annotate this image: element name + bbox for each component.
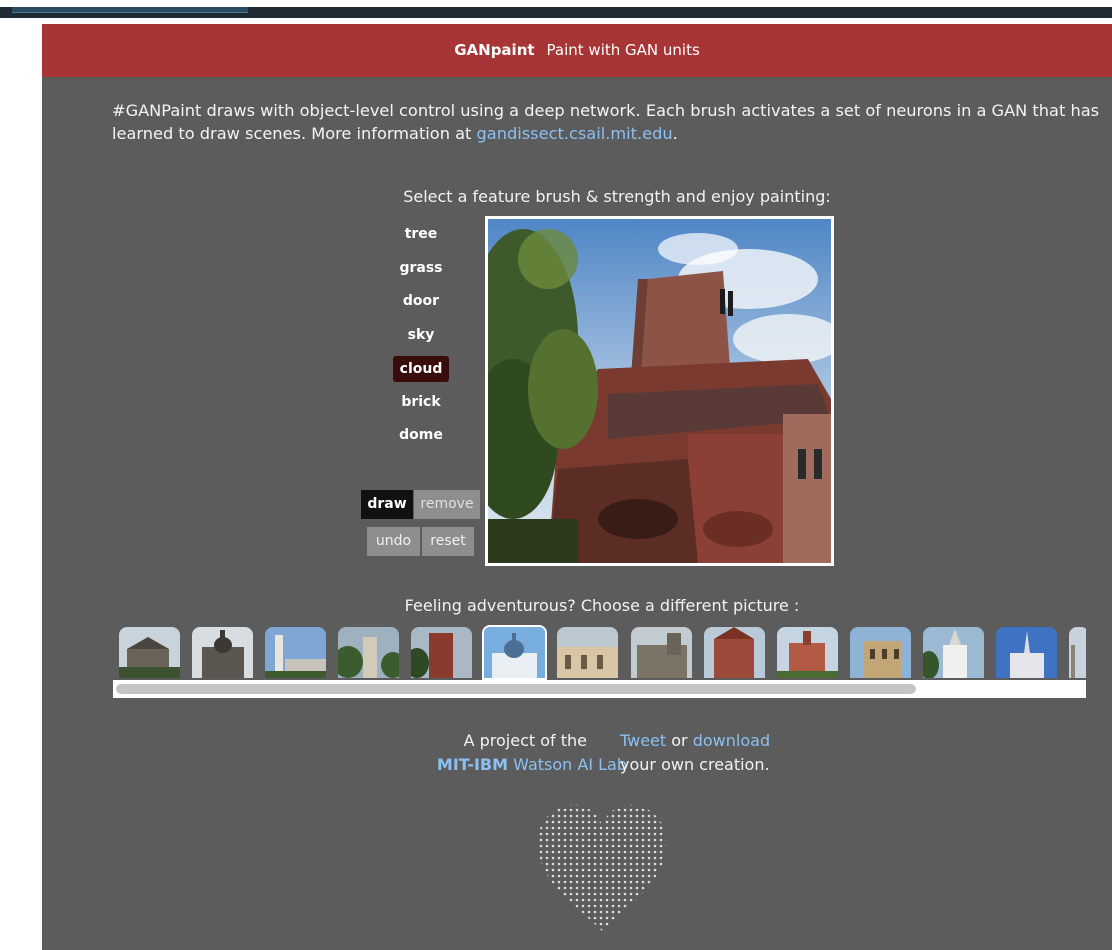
project-of-text: A project of the: [463, 731, 587, 750]
brush-cloud[interactable]: cloud: [393, 356, 449, 382]
brush-dome[interactable]: dome: [393, 422, 449, 448]
brand-tagline: Paint with GAN units: [546, 41, 700, 59]
undo-button[interactable]: undo: [367, 527, 420, 556]
gandissect-link[interactable]: gandissect.csail.mit.edu: [477, 124, 673, 143]
mit-ibm-label[interactable]: MIT-IBM: [437, 755, 508, 774]
remove-button[interactable]: remove: [414, 490, 480, 519]
or-text: or: [671, 731, 688, 750]
brush-brick[interactable]: brick: [393, 389, 449, 415]
thumbnail-church-5[interactable]: [411, 627, 472, 678]
tweet-link[interactable]: Tweet: [620, 731, 666, 750]
thumbnail-church-13[interactable]: [996, 627, 1057, 678]
watson-ai-lab-link[interactable]: Watson AI Lab: [513, 755, 627, 774]
ganpaint-page: GANpaint Paint with GAN units #GANPaint d…: [42, 24, 1112, 950]
heart-icon: [537, 804, 667, 931]
footer-credit: A project of the MIT-IBM Watson AI Lab: [387, 729, 627, 777]
thumbnail-church-10[interactable]: [777, 627, 838, 678]
intro-paragraph: #GANPaint draws with object-level contro…: [112, 99, 1102, 145]
thumbnail-church-3[interactable]: [265, 627, 326, 678]
brush-tree[interactable]: tree: [393, 221, 449, 247]
own-creation-text: your own creation.: [620, 755, 770, 774]
image-gallery: [113, 624, 1086, 698]
thumbnail-church-4[interactable]: [338, 627, 399, 678]
gallery-scrollbar-thumb[interactable]: [116, 684, 916, 694]
thumbnail-church-7[interactable]: [557, 627, 618, 678]
browser-tab[interactable]: [12, 7, 248, 13]
brush-grass[interactable]: grass: [393, 255, 449, 281]
gallery-scrollbar[interactable]: [113, 680, 1086, 698]
thumbnail-church-1[interactable]: [119, 627, 180, 678]
reset-button[interactable]: reset: [422, 527, 474, 556]
gallery-thumbnails: [113, 624, 1086, 680]
brand-title: GANpaint: [454, 41, 535, 59]
paint-canvas[interactable]: [485, 216, 834, 566]
brush-instructions: Select a feature brush & strength and en…: [403, 187, 831, 206]
thumbnail-church-6[interactable]: [482, 625, 547, 680]
thumbnail-church-11[interactable]: [850, 627, 911, 678]
download-link[interactable]: download: [693, 731, 770, 750]
intro-trailing: .: [672, 124, 678, 143]
thumbnail-church-9[interactable]: [704, 627, 765, 678]
brush-sky[interactable]: sky: [393, 322, 449, 348]
draw-button[interactable]: draw: [361, 490, 413, 519]
thumbnail-church-2[interactable]: [192, 627, 253, 678]
footer-share: Tweet or download your own creation.: [620, 729, 840, 777]
generated-church-image: [488, 219, 831, 563]
thumbnail-church-8[interactable]: [631, 627, 692, 678]
thumbnail-church-14[interactable]: [1069, 627, 1086, 678]
gallery-instructions: Feeling adventurous? Choose a different …: [404, 596, 800, 615]
brush-door[interactable]: door: [393, 288, 449, 314]
page-header: GANpaint Paint with GAN units: [42, 24, 1112, 77]
thumbnail-church-12[interactable]: [923, 627, 984, 678]
browser-top-strip: [0, 0, 1112, 24]
